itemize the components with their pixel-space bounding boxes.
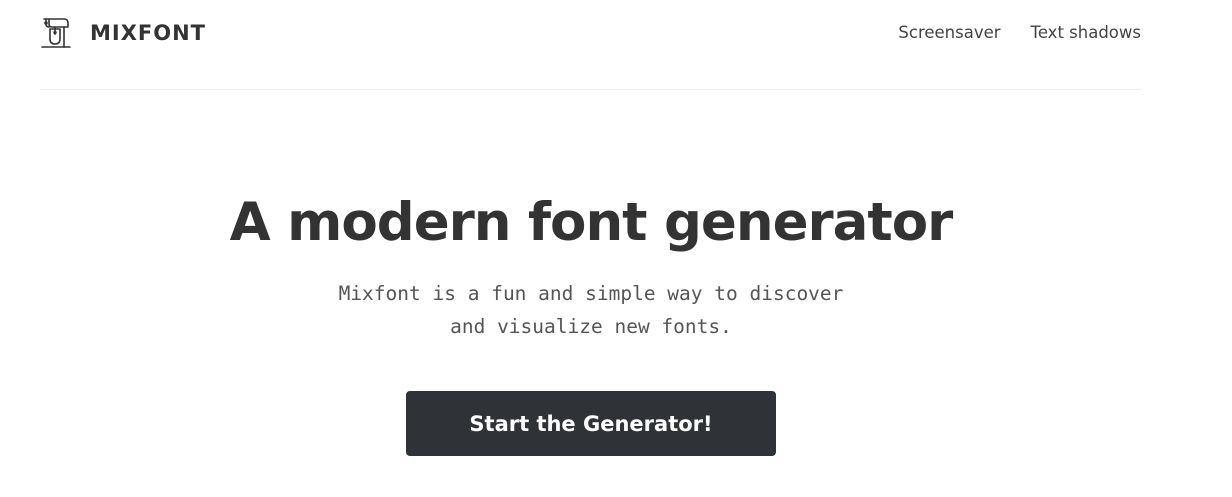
hero-title: A modern font generator xyxy=(229,192,954,253)
start-generator-button[interactable]: Start the Generator! xyxy=(406,391,776,456)
nav-link-text-shadows[interactable]: Text shadows xyxy=(1031,23,1141,42)
nav-link-screensaver[interactable]: Screensaver xyxy=(898,23,1000,42)
hero-subtitle: Mixfont is a fun and simple way to disco… xyxy=(0,277,1182,343)
site-header: MIXFONT Screensaver Text shadows xyxy=(40,0,1141,90)
stand-mixer-icon xyxy=(40,15,72,51)
logo-text: MIXFONT xyxy=(90,21,206,45)
main-nav: Screensaver Text shadows xyxy=(898,23,1141,42)
hero-subtitle-line-2: and visualize new fonts. xyxy=(450,315,732,338)
logo-link[interactable]: MIXFONT xyxy=(40,15,206,51)
hero-subtitle-line-1: Mixfont is a fun and simple way to disco… xyxy=(338,282,844,305)
